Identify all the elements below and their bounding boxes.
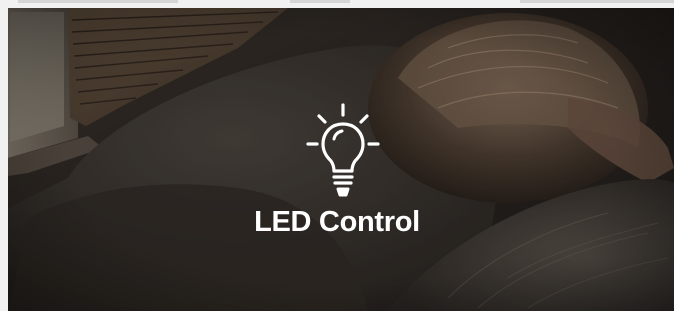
top-strip [0, 0, 674, 8]
top-strip-segment [290, 0, 350, 3]
led-control-hero-card[interactable]: LED Control [8, 8, 674, 311]
hero-content: LED Control [8, 8, 674, 311]
left-edge [0, 8, 8, 311]
page-frame: LED Control [0, 0, 674, 311]
top-strip-segment [520, 0, 674, 3]
top-strip-segment [18, 0, 178, 3]
lightbulb-icon [306, 103, 380, 199]
hero-title: LED Control [254, 206, 420, 238]
